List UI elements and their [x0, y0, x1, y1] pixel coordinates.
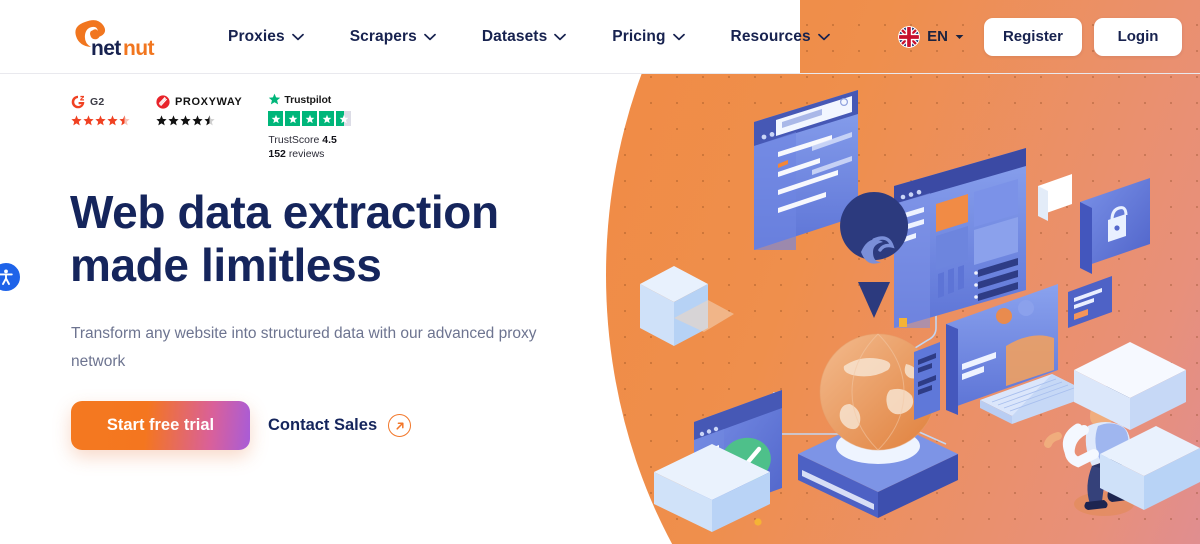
- star-box-half: [336, 111, 352, 126]
- contact-sales-label: Contact Sales: [268, 416, 378, 434]
- star-box: [319, 111, 335, 126]
- star-icon: [156, 115, 167, 126]
- accessibility-icon: [0, 269, 13, 285]
- contact-sales-link[interactable]: Contact Sales: [268, 414, 412, 437]
- hero-background-blob: [606, 0, 1200, 544]
- g2-star-rating: [71, 115, 130, 126]
- star-half-icon: [204, 115, 215, 126]
- nav-item-label: Proxies: [228, 27, 285, 45]
- trustpilot-star-icon: [269, 93, 281, 105]
- trustscore-value: 4.5: [322, 134, 337, 146]
- star-icon: [95, 115, 106, 126]
- nav-item-pricing[interactable]: Pricing: [612, 27, 685, 46]
- star-icon: [339, 114, 349, 123]
- caret-down-icon: [955, 34, 964, 39]
- star-icon: [288, 114, 298, 123]
- chevron-down-icon: [554, 33, 567, 40]
- nav-item-label: Resources: [730, 27, 811, 45]
- star-box: [268, 111, 284, 126]
- svg-text:nut: nut: [123, 37, 154, 58]
- star-icon: [107, 115, 118, 126]
- star-half-icon: [119, 115, 130, 126]
- star-icon: [322, 114, 332, 123]
- nav-item-label: Datasets: [481, 27, 548, 45]
- badge-name: Trustpilot: [284, 93, 332, 106]
- nav-item-scrapers[interactable]: Scrapers: [350, 28, 436, 46]
- star-box: [302, 111, 318, 126]
- header-actions: EN Register Login: [898, 0, 1182, 73]
- start-free-trial-button[interactable]: Start free trial: [71, 401, 250, 450]
- site-header: net nut Proxies Scrapers Datasets Pricin…: [0, 0, 1200, 74]
- star-box: [285, 111, 301, 126]
- svg-text:net: net: [91, 37, 121, 58]
- chevron-down-icon: [291, 33, 304, 40]
- star-icon: [305, 114, 315, 123]
- proxyway-logo-icon: [156, 94, 170, 109]
- nav-item-resources[interactable]: Resources: [731, 28, 830, 46]
- language-selector[interactable]: EN: [898, 25, 964, 48]
- netnut-logo[interactable]: net nut: [71, 18, 163, 58]
- review-badges: G2 PROXYWAY Trustpilot TrustScore 4.5 15…: [71, 93, 352, 162]
- trustpilot-star-rating: [268, 111, 352, 126]
- star-icon: [168, 115, 179, 126]
- star-icon: [192, 115, 203, 126]
- reviews-count: 152: [268, 148, 286, 161]
- badge-proxyway[interactable]: PROXYWAY: [156, 93, 242, 126]
- arrow-up-right-icon: [388, 414, 412, 437]
- star-icon: [83, 115, 94, 126]
- login-button[interactable]: Login: [1094, 17, 1182, 56]
- star-icon: [271, 114, 281, 123]
- main-navigation: Proxies Scrapers Datasets Pricing Resour…: [228, 0, 830, 73]
- star-icon: [71, 115, 82, 126]
- nav-item-proxies[interactable]: Proxies: [228, 28, 304, 46]
- badge-trustpilot[interactable]: Trustpilot TrustScore 4.5 152 reviews: [268, 93, 352, 162]
- register-button[interactable]: Register: [983, 17, 1082, 56]
- star-icon: [180, 115, 191, 126]
- trustscore-label: TrustScore: [268, 134, 320, 146]
- accessibility-widget-button[interactable]: [0, 261, 22, 293]
- hero-cta-group: Start free trial Contact Sales: [71, 401, 412, 450]
- uk-flag-icon: [898, 25, 921, 48]
- page-title: Web data extraction made limitless: [70, 186, 590, 292]
- hero-subtitle: Transform any website into structured da…: [71, 325, 537, 370]
- badge-name: G2: [90, 95, 105, 108]
- headline-line-2: made limitless: [70, 239, 382, 291]
- chevron-down-icon: [817, 33, 830, 40]
- nav-item-label: Scrapers: [349, 27, 417, 45]
- proxyway-star-rating: [156, 115, 242, 126]
- g2-logo-icon: [71, 95, 85, 108]
- badge-g2[interactable]: G2: [71, 93, 130, 126]
- language-code: EN: [927, 28, 948, 45]
- headline-line-1: Web data extraction: [70, 186, 499, 238]
- nav-item-label: Pricing: [612, 27, 666, 45]
- reviews-label: reviews: [288, 148, 325, 161]
- nav-item-datasets[interactable]: Datasets: [481, 27, 567, 46]
- trustpilot-score: TrustScore 4.5 152 reviews: [268, 133, 351, 162]
- chevron-down-icon: [424, 33, 436, 40]
- badge-name: PROXYWAY: [175, 95, 243, 108]
- chevron-down-icon: [672, 33, 685, 40]
